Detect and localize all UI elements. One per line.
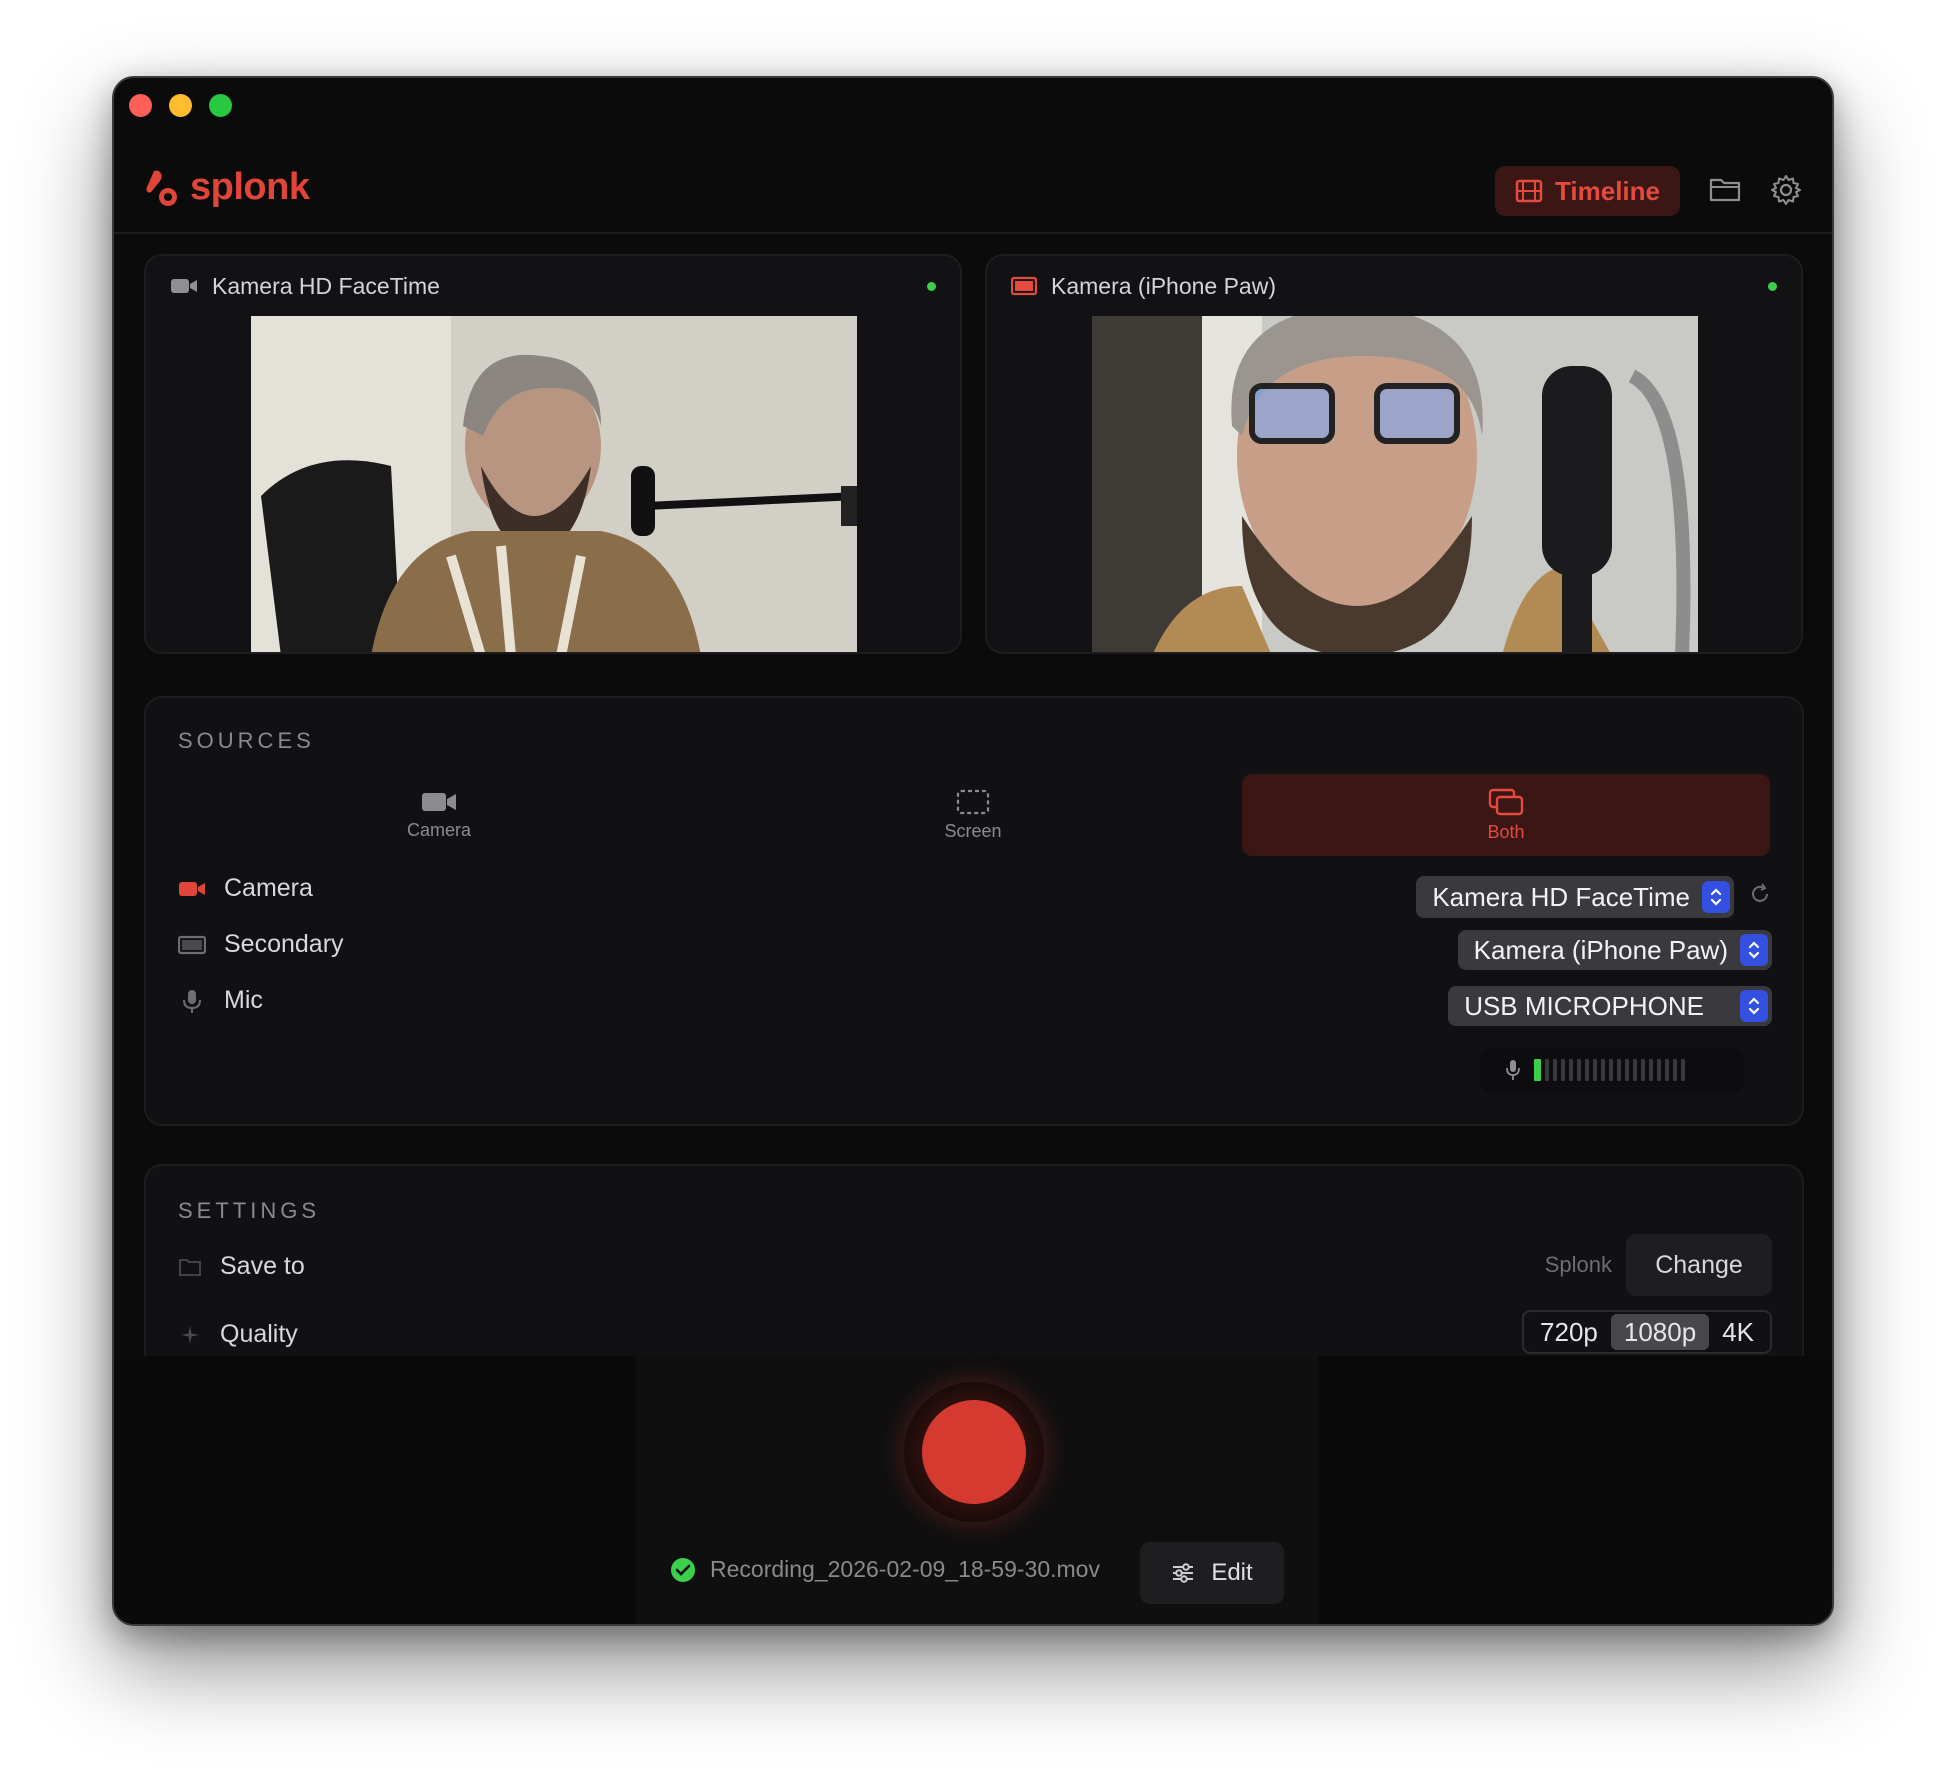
level-bar — [1577, 1059, 1581, 1081]
close-window-button[interactable] — [129, 94, 152, 117]
camera-select-value: Kamera HD FaceTime — [1432, 881, 1690, 912]
save-to-label: Save to — [220, 1252, 305, 1280]
video-camera-icon — [171, 279, 197, 293]
edit-button[interactable]: Edit — [1140, 1542, 1284, 1604]
source-mode-both[interactable]: Both — [1242, 774, 1770, 856]
screen-red-icon — [1011, 276, 1037, 296]
save-to-row: Save to — [178, 1252, 305, 1281]
mic-label: Mic — [224, 986, 263, 1014]
zoom-window-button[interactable] — [209, 94, 232, 117]
app-header: splonk Timeline — [114, 148, 1832, 234]
preview-header: Kamera (iPhone Paw) — [987, 256, 1801, 316]
app-name: splonk — [190, 166, 310, 208]
app-window: splonk Timeline Kamera HD FaceTime Kamer… — [112, 76, 1834, 1626]
preview-title: Kamera (iPhone Paw) — [1051, 272, 1276, 299]
live-indicator — [927, 281, 936, 291]
level-bar — [1534, 1059, 1541, 1081]
microphone-icon — [1506, 1060, 1520, 1080]
level-bar — [1681, 1059, 1685, 1081]
splonk-logo-icon — [146, 170, 177, 206]
mic-select[interactable]: USB MICROPHONE — [1448, 986, 1772, 1026]
record-button[interactable] — [904, 1382, 1044, 1522]
record-button-dot — [922, 1400, 1026, 1504]
level-bar — [1617, 1059, 1621, 1081]
secondary-label: Secondary — [224, 930, 344, 958]
quality-label: Quality — [220, 1320, 298, 1348]
level-bar — [1665, 1059, 1669, 1081]
live-indicator — [1768, 281, 1777, 291]
recording-filename[interactable]: Recording_2026-02-09_18-59-30.mov — [710, 1556, 1100, 1583]
edit-label: Edit — [1211, 1559, 1253, 1586]
level-bar — [1657, 1059, 1661, 1081]
minimize-window-button[interactable] — [169, 94, 192, 117]
checkmark-circle-icon — [671, 1557, 695, 1582]
source-mode-label: Camera — [406, 819, 472, 840]
save-to-value: Splonk — [1544, 1252, 1612, 1277]
camera-feed-image — [251, 316, 857, 652]
display-icon — [178, 935, 206, 954]
quality-segmented-control: 720p 1080p 4K — [1522, 1310, 1772, 1354]
both-windows-icon — [1488, 788, 1524, 815]
film-icon — [1515, 179, 1543, 203]
quality-option-4k[interactable]: 4K — [1709, 1314, 1767, 1350]
level-bar — [1649, 1059, 1653, 1081]
secondary-select[interactable]: Kamera (iPhone Paw) — [1457, 930, 1772, 970]
camera-row: Camera — [178, 874, 313, 903]
source-mode-label: Screen — [944, 820, 1002, 841]
chevron-up-down-icon — [1740, 990, 1768, 1022]
mic-level-meter — [1480, 1048, 1744, 1092]
level-bar — [1569, 1059, 1573, 1081]
folder-icon[interactable] — [1708, 174, 1742, 204]
secondary-row: Secondary — [178, 930, 344, 959]
settings-title: SETTINGS — [178, 1198, 321, 1223]
level-bar — [1593, 1059, 1597, 1081]
source-mode-label: Both — [1487, 821, 1525, 842]
camera-select[interactable]: Kamera HD FaceTime — [1416, 876, 1734, 918]
level-bar — [1641, 1059, 1645, 1081]
level-bar — [1553, 1059, 1557, 1081]
preview-title: Kamera HD FaceTime — [212, 272, 440, 299]
timeline-button[interactable]: Timeline — [1494, 166, 1680, 216]
window-controls — [129, 94, 232, 117]
level-bar — [1601, 1059, 1605, 1081]
secondary-select-value: Kamera (iPhone Paw) — [1473, 934, 1728, 965]
level-bar — [1625, 1059, 1629, 1081]
quality-option-1080p[interactable]: 1080p — [1610, 1314, 1710, 1350]
camera-feed-image — [1092, 316, 1698, 652]
chevron-up-down-icon — [1740, 934, 1768, 966]
brand-logo: splonk — [144, 166, 310, 209]
camera-preview-secondary: Kamera (iPhone Paw) — [985, 254, 1803, 654]
level-bar — [1545, 1059, 1549, 1081]
folder-icon — [179, 1258, 201, 1276]
source-mode-screen[interactable]: Screen — [708, 774, 1238, 856]
level-bar — [1673, 1059, 1677, 1081]
microphone-icon — [183, 989, 201, 1013]
chevron-up-down-icon — [1702, 881, 1730, 913]
camera-preview-primary: Kamera HD FaceTime — [144, 254, 962, 654]
quality-option-720p[interactable]: 720p — [1527, 1314, 1611, 1350]
screen-select-icon — [956, 789, 990, 814]
sliders-icon — [1173, 1563, 1194, 1583]
quality-row: Quality — [178, 1320, 298, 1349]
preview-header: Kamera HD FaceTime — [146, 256, 960, 316]
mic-select-value: USB MICROPHONE — [1464, 990, 1704, 1021]
video-camera-icon — [422, 792, 456, 811]
sources-title: SOURCES — [178, 728, 315, 753]
sparkle-icon — [181, 1325, 199, 1344]
last-recording: Recording_2026-02-09_18-59-30.mov — [670, 1556, 1100, 1583]
timeline-label: Timeline — [1554, 175, 1660, 206]
camera-label: Camera — [224, 874, 313, 902]
refresh-icon[interactable] — [1748, 882, 1772, 906]
level-bar — [1585, 1059, 1589, 1081]
video-camera-icon — [179, 881, 205, 896]
change-folder-button[interactable]: Change — [1626, 1234, 1772, 1296]
gear-icon[interactable] — [1770, 174, 1802, 206]
mic-row: Mic — [178, 986, 263, 1015]
sources-panel: SOURCES Camera Screen Both Camera Kamera… — [144, 696, 1804, 1126]
level-bar — [1609, 1059, 1613, 1081]
level-bar — [1561, 1059, 1565, 1081]
level-bar — [1633, 1059, 1637, 1081]
source-mode-camera[interactable]: Camera — [174, 774, 704, 856]
